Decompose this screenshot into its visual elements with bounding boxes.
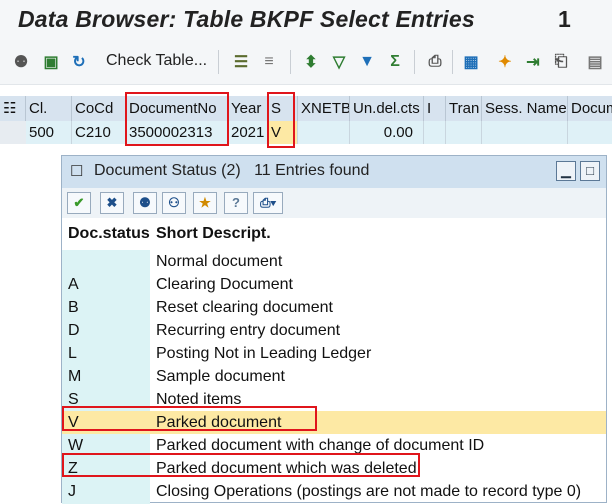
column-header-xnetb[interactable]: XNETB	[298, 96, 350, 121]
status-description: Normal document	[156, 253, 283, 270]
cell-year[interactable]: 2021	[228, 121, 268, 144]
status-description: Closing Operations (postings are not mad…	[156, 483, 582, 500]
column-header-short-description[interactable]: Short Descript.	[156, 225, 271, 243]
column-header-year[interactable]: Year	[228, 96, 268, 121]
print-preview-icon[interactable]: ⎙	[424, 51, 446, 73]
list-item[interactable]: W Parked document with change of documen…	[62, 434, 606, 457]
sort-descending-icon[interactable]: ▽	[328, 51, 350, 73]
list-item[interactable]: S Noted items	[62, 388, 606, 411]
status-code: D	[68, 322, 80, 339]
list-item[interactable]: B Reset clearing document	[62, 296, 606, 319]
toolbar-separator	[218, 50, 219, 74]
results-grid: ☷ Cl. CoCd DocumentNo Year S XNETB Un.de…	[0, 96, 612, 146]
cell-document[interactable]	[568, 121, 612, 144]
toolbar-separator	[452, 50, 453, 74]
details-icon[interactable]: ▣	[40, 51, 62, 73]
cell-status[interactable]: V	[268, 121, 298, 144]
sum-icon[interactable]: Σ	[384, 51, 406, 73]
status-description: Noted items	[156, 391, 242, 408]
list-item-selected[interactable]: V Parked document	[62, 411, 606, 434]
dialog-icon: ☐	[70, 163, 84, 180]
column-header-client[interactable]: Cl.	[26, 96, 72, 121]
status-code: J	[68, 483, 76, 500]
application-toolbar: ⚉ ▣ ↻ Check Table... ☰ ≡ ⬍ ▽ ▼ Σ ⎙ ▦ ✦ ⇥…	[0, 40, 612, 85]
list-header: Doc.status Short Descript.	[62, 218, 606, 250]
status-description: Parked document with change of document …	[156, 437, 485, 454]
local-file-icon[interactable]: ⇥	[522, 51, 544, 73]
column-header-company-code[interactable]: CoCd	[72, 96, 126, 121]
row-selector[interactable]	[0, 121, 27, 144]
cell-company-code[interactable]: C210	[72, 121, 126, 144]
status-code: M	[68, 368, 82, 385]
status-code: Z	[68, 460, 78, 477]
entry-count: 1	[558, 6, 571, 32]
cancel-icon[interactable]: ✖	[100, 192, 124, 214]
list-item[interactable]: M Sample document	[62, 365, 606, 388]
select-all-icon[interactable]: ☰	[230, 51, 252, 73]
list-item[interactable]: A Clearing Document	[62, 273, 606, 296]
status-description: Sample document	[156, 368, 285, 385]
status-description: Parked document which was deleted	[156, 460, 417, 477]
status-description: Reset clearing document	[156, 299, 333, 316]
cell-un-del-cts[interactable]: 0.00	[350, 121, 424, 144]
filter-icon[interactable]: ▼	[356, 51, 378, 73]
column-header-doc-status[interactable]: Doc.status	[68, 225, 150, 243]
toolbar-separator	[414, 50, 415, 74]
favorites-icon[interactable]: ★	[193, 192, 217, 214]
confirm-icon[interactable]: ✔	[67, 192, 91, 214]
list-item[interactable]: L Posting Not in Leading Ledger	[62, 342, 606, 365]
list-item[interactable]: D Recurring entry document	[62, 319, 606, 342]
status-description: Clearing Document	[156, 276, 293, 293]
status-code: S	[68, 391, 79, 408]
status-description: Recurring entry document	[156, 322, 341, 339]
column-header-i[interactable]: I	[424, 96, 446, 121]
find-icon[interactable]: ⚉	[133, 192, 157, 214]
status-code: A	[68, 276, 79, 293]
toolbar-separator	[290, 50, 291, 74]
status-code: L	[68, 345, 77, 362]
check-table-button[interactable]: Check Table...	[106, 52, 207, 70]
cell-i[interactable]	[424, 121, 446, 144]
document-status-dialog: ☐ Document Status (2) 11 Entries found ▁…	[61, 155, 607, 504]
column-header-tran[interactable]: Tran	[446, 96, 482, 121]
list-item[interactable]: J Closing Operations (postings are not m…	[62, 480, 606, 503]
word-processing-icon[interactable]: ✦	[494, 51, 516, 73]
column-header-document-no[interactable]: DocumentNo	[126, 96, 228, 121]
dialog-title: Document Status (2)	[94, 162, 241, 179]
graphics-icon[interactable]: ▤	[584, 51, 606, 73]
find-next-icon[interactable]: ⚇	[162, 192, 186, 214]
minimize-icon[interactable]: ▁	[556, 161, 576, 181]
maximize-icon[interactable]: □	[580, 161, 600, 181]
dialog-title-bar[interactable]: ☐ Document Status (2) 11 Entries found ▁…	[62, 156, 606, 188]
status-code: V	[68, 414, 79, 431]
column-header-status[interactable]: S	[268, 96, 298, 121]
status-code: B	[68, 299, 79, 316]
cell-client[interactable]: 500	[26, 121, 72, 144]
column-header-session-name[interactable]: Sess. Name	[482, 96, 568, 121]
print-icon[interactable]: ⎙▾	[253, 192, 283, 214]
help-icon[interactable]: ?	[224, 192, 248, 214]
entries-found: 11 Entries found	[254, 162, 370, 179]
status-description: Parked document	[156, 414, 282, 431]
dialog-toolbar: ✔ ✖ ⚉ ⚇ ★ ? ⎙▾	[62, 188, 606, 218]
sort-ascending-icon[interactable]: ⬍	[300, 51, 322, 73]
cell-xnetb[interactable]	[298, 121, 350, 144]
column-header-un-del-cts[interactable]: Un.del.cts	[350, 96, 424, 121]
glasses-icon[interactable]: ⚉	[10, 51, 32, 73]
list-item[interactable]: Z Parked document which was deleted	[62, 457, 606, 480]
cell-tran[interactable]	[446, 121, 482, 144]
list-item[interactable]: Normal document	[62, 250, 606, 273]
layout-menu-icon[interactable]: ☷	[0, 96, 26, 121]
window-title: Data Browser: Table BKPF Select Entries	[18, 6, 475, 32]
refresh-icon[interactable]: ↻	[68, 51, 90, 73]
cell-document-no[interactable]: 3500002313	[126, 121, 228, 144]
send-icon[interactable]: ⎗	[550, 51, 572, 73]
deselect-all-icon[interactable]: ≡	[258, 51, 280, 73]
column-header-document[interactable]: Docum	[568, 96, 612, 121]
status-description: Posting Not in Leading Ledger	[156, 345, 372, 362]
export-spreadsheet-icon[interactable]: ▦	[460, 51, 482, 73]
status-code: W	[68, 437, 84, 454]
title-bar: Data Browser: Table BKPF Select Entries …	[0, 0, 612, 40]
cell-session-name[interactable]	[482, 121, 568, 144]
